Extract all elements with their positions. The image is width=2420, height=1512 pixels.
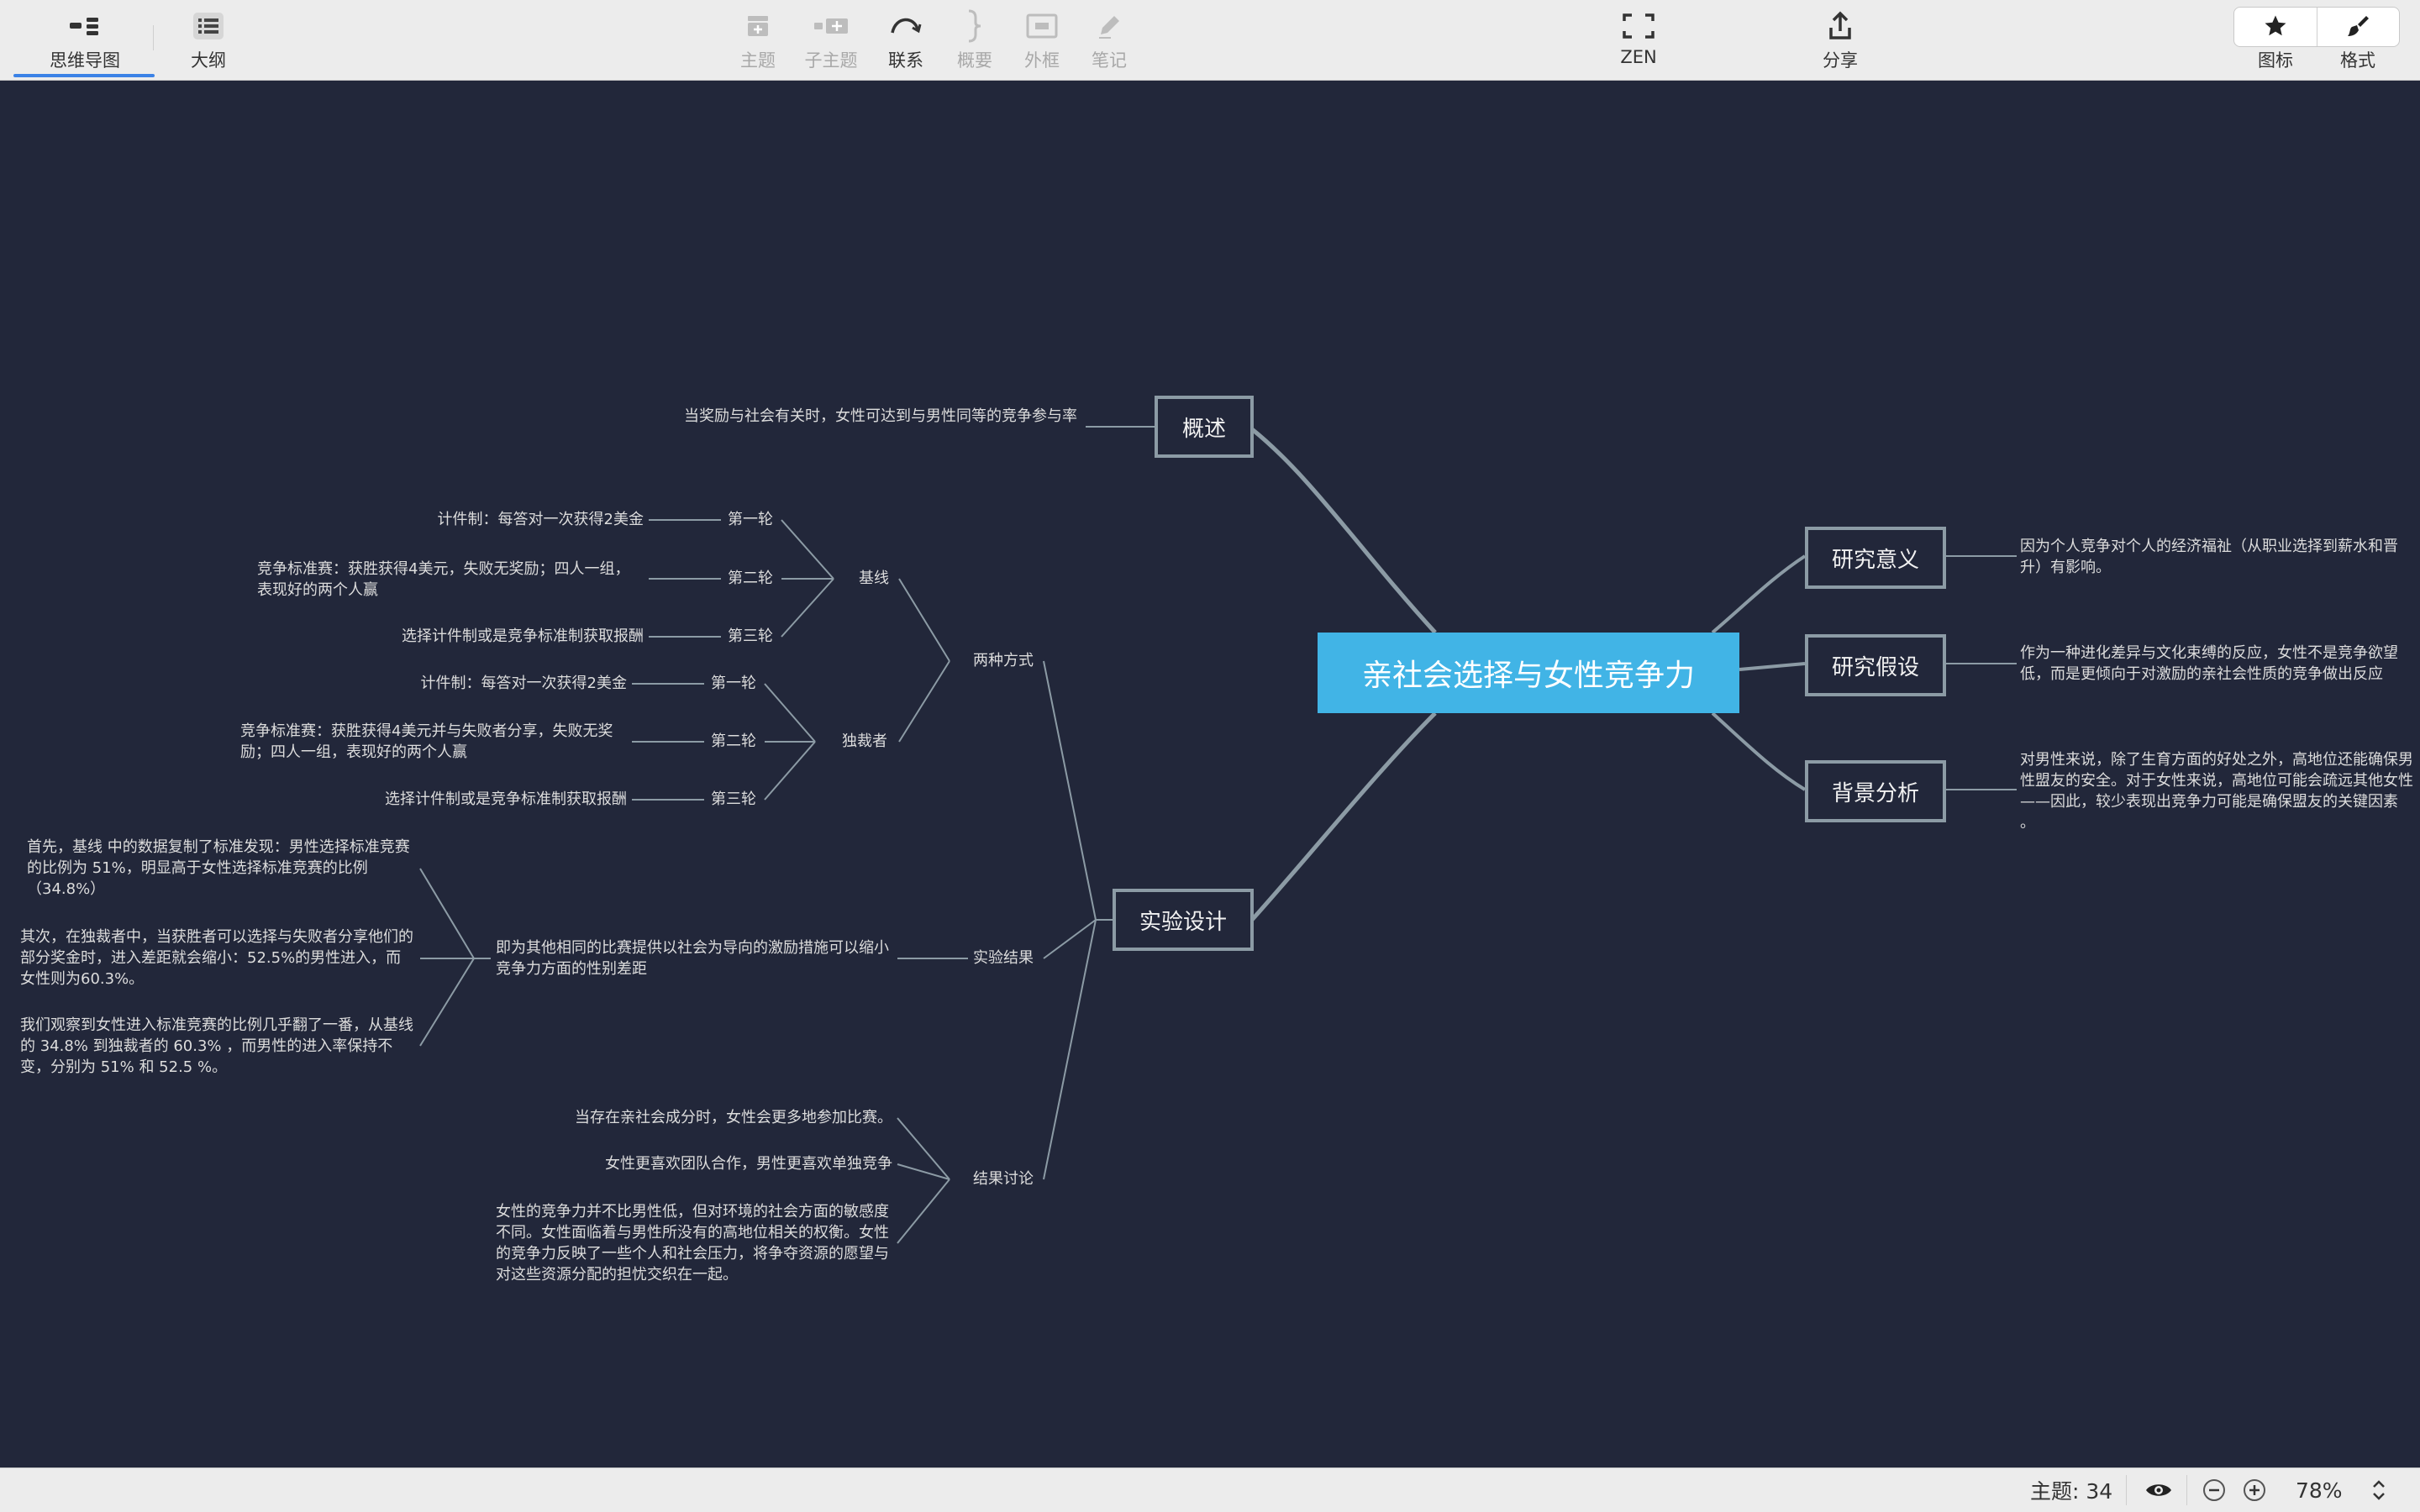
baseline-round-1-note[interactable]: 计件制：每答对一次获得2美金 xyxy=(336,509,644,530)
icon-panel-label: 图标 xyxy=(2258,50,2293,71)
format-panel-label: 格式 xyxy=(2340,50,2375,71)
tab-outline-label: 大纲 xyxy=(191,50,226,71)
share-label: 分享 xyxy=(1823,50,1858,71)
boundary-icon xyxy=(1025,8,1059,44)
baseline-round-3[interactable]: 第三轮 xyxy=(728,626,773,647)
share-icon xyxy=(1827,8,1854,44)
star-icon xyxy=(2263,8,2288,44)
dictator-round-3[interactable]: 第三轮 xyxy=(711,789,756,810)
notes-button[interactable]: 笔记 xyxy=(1077,8,1141,76)
topic-hypothesis[interactable]: 研究假设 xyxy=(1805,634,1946,696)
toolbar: 思维导图 大纲 主题 子主题 联系 概要 外框 笔记 ZEN 分享 图标 格式 xyxy=(0,0,2420,81)
results-point-3[interactable]: 我们观察到女性进入标准竞赛的比例几乎翻了一番，从基线的 34.8% 到独裁者的 … xyxy=(20,1015,415,1078)
mindmap-icon xyxy=(66,8,103,44)
status-divider xyxy=(2126,1475,2127,1505)
subtopic-discussion[interactable]: 结果讨论 xyxy=(973,1168,1034,1189)
subtopic-dictator[interactable]: 独裁者 xyxy=(842,731,887,752)
subtopic-baseline[interactable]: 基线 xyxy=(859,568,889,589)
status-bar: 主题: 34 78% xyxy=(0,1467,2420,1512)
topic-count: 主题: 34 xyxy=(2030,1479,2113,1504)
discussion-point-3[interactable]: 女性的竞争力并不比男性低，但对环境的社会方面的敏感度不同。女性面临着与男性所没有… xyxy=(496,1201,896,1285)
notes-label: 笔记 xyxy=(1092,50,1127,71)
topic-label: 主题 xyxy=(740,50,776,71)
zen-label: ZEN xyxy=(1620,47,1657,67)
mindmap-canvas[interactable]: 亲社会选择与女性竞争力 概述 当奖励与社会有关时，女性可达到与男性同等的竞争参与… xyxy=(0,81,2420,1467)
summary-brace-icon xyxy=(962,8,987,44)
icon-panel-button[interactable]: 图标 xyxy=(2242,8,2309,76)
zen-button[interactable]: ZEN xyxy=(1605,8,1672,76)
topic-button[interactable]: 主题 xyxy=(724,8,792,76)
zoom-in-icon[interactable] xyxy=(2242,1468,2267,1512)
results-point-2[interactable]: 其次，在独裁者中，当获胜者可以选择与失败者分享他们的部分奖金时，进入差距就会缩小… xyxy=(20,927,415,990)
share-button[interactable]: 分享 xyxy=(1807,8,1874,76)
summary-button[interactable]: 概要 xyxy=(943,8,1007,76)
zoom-level[interactable]: 78% xyxy=(2296,1468,2343,1512)
baseline-round-1[interactable]: 第一轮 xyxy=(728,509,773,530)
hypothesis-note[interactable]: 作为一种进化差异与文化束缚的反应，女性不是竞争欲望低，而是更倾向于对激励的亲社会… xyxy=(2020,643,2415,685)
dictator-round-1-note[interactable]: 计件制：每答对一次获得2美金 xyxy=(319,673,627,694)
results-summary[interactable]: 即为其他相同的比赛提供以社会为导向的激励措施可以缩小竞争力方面的性别差距 xyxy=(496,937,892,979)
boundary-button[interactable]: 外框 xyxy=(1010,8,1074,76)
tab-outline[interactable]: 大纲 xyxy=(168,8,249,76)
dictator-round-2-note[interactable]: 竞争标准赛：获胜获得4美元并与失败者分享，失败无奖励；四人一组，表现好的两个人赢 xyxy=(240,721,627,763)
topic-icon xyxy=(743,8,773,44)
relationship-icon xyxy=(887,8,924,44)
format-panel-button[interactable]: 格式 xyxy=(2324,8,2391,76)
subtopic-label: 子主题 xyxy=(804,50,858,71)
eye-icon[interactable] xyxy=(2144,1468,2173,1512)
background-note[interactable]: 对男性来说，除了生育方面的好处之外，高地位还能确保男性盟友的安全。对于女性来说，… xyxy=(2020,749,2415,833)
significance-note[interactable]: 因为个人竞争对个人的经济福祉（从职业选择到薪水和晋升）有影响。 xyxy=(2020,536,2415,578)
discussion-point-2[interactable]: 女性更喜欢团队合作，男性更喜欢单独竞争 xyxy=(504,1153,892,1174)
outline-icon xyxy=(192,8,225,44)
zoom-out-icon[interactable] xyxy=(2202,1468,2227,1512)
discussion-point-1[interactable]: 当存在亲社会成分时，女性会更多地参加比赛。 xyxy=(504,1107,892,1128)
tab-mindmap-label: 思维导图 xyxy=(50,50,120,71)
dictator-round-2[interactable]: 第二轮 xyxy=(711,731,756,752)
pencil-icon xyxy=(1094,8,1124,44)
dictator-round-3-note[interactable]: 选择计件制或是竞争标准制获取报酬 xyxy=(319,789,627,810)
boundary-label: 外框 xyxy=(1024,50,1060,71)
brush-icon xyxy=(2344,8,2371,44)
summary-label: 概要 xyxy=(957,50,992,71)
baseline-round-2-note[interactable]: 竞争标准赛：获胜获得4美元，失败无奖励；四人一组，表现好的两个人赢 xyxy=(257,559,644,601)
results-point-1[interactable]: 首先，基线 中的数据复制了标准发现：男性选择标准竞赛的比例为 51%，明显高于女… xyxy=(27,837,415,900)
baseline-round-3-note[interactable]: 选择计件制或是竞争标准制获取报酬 xyxy=(336,626,644,647)
zoom-stepper-icon[interactable] xyxy=(2370,1468,2388,1512)
subtopic-button[interactable]: 子主题 xyxy=(797,8,865,76)
active-tab-indicator xyxy=(13,74,155,77)
subtopic-two-ways[interactable]: 两种方式 xyxy=(973,650,1034,671)
topic-overview[interactable]: 概述 xyxy=(1155,396,1254,458)
central-topic[interactable]: 亲社会选择与女性竞争力 xyxy=(1318,633,1739,713)
toolbar-divider xyxy=(153,25,154,50)
topic-design[interactable]: 实验设计 xyxy=(1113,889,1254,951)
fullscreen-icon xyxy=(1622,8,1655,44)
status-divider xyxy=(2186,1475,2187,1505)
subtopic-icon xyxy=(811,8,851,44)
subtopic-results[interactable]: 实验结果 xyxy=(973,948,1034,969)
relationship-button[interactable]: 联系 xyxy=(874,8,938,76)
overview-note[interactable]: 当奖励与社会有关时，女性可达到与男性同等的竞争参与率 xyxy=(684,406,1084,427)
mindmap-app: 思维导图 大纲 主题 子主题 联系 概要 外框 笔记 ZEN 分享 图标 格式 … xyxy=(0,0,2420,1512)
topic-significance[interactable]: 研究意义 xyxy=(1805,527,1946,589)
topic-background[interactable]: 背景分析 xyxy=(1805,760,1946,822)
relationship-label: 联系 xyxy=(888,50,923,71)
dictator-round-1[interactable]: 第一轮 xyxy=(711,673,756,694)
baseline-round-2[interactable]: 第二轮 xyxy=(728,568,773,589)
tab-mindmap[interactable]: 思维导图 xyxy=(39,8,131,76)
